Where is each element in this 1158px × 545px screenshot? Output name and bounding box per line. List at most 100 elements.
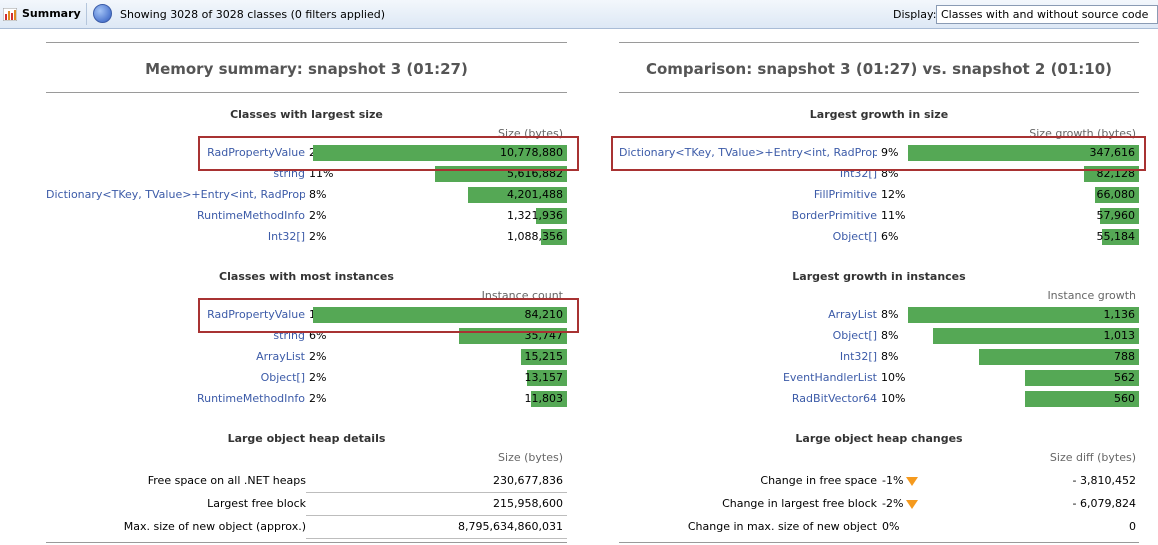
left-panel-title: Memory summary: snapshot 3 (01:27) xyxy=(145,60,468,78)
left-instances-title: Classes with most instances xyxy=(219,270,394,283)
left-bottom-rule xyxy=(46,542,567,543)
class-name-link[interactable]: Object[] xyxy=(46,370,305,386)
left-largest-title: Classes with largest size xyxy=(230,108,383,121)
class-name-link[interactable]: FillPrimitive xyxy=(619,187,877,203)
loh-label: Largest free block xyxy=(207,497,306,510)
right-loh-title: Large object heap changes xyxy=(795,432,963,445)
percentage-value: 8% xyxy=(881,308,899,321)
class-name-link[interactable]: EventHandlerList xyxy=(619,370,877,386)
loh-value: - 3,810,452 xyxy=(1072,474,1136,487)
filter-circle-icon[interactable] xyxy=(93,4,112,23)
table-row[interactable]: EventHandlerList 10% 562 xyxy=(619,370,1139,386)
loh-row: Max. size of new object (approx.) 8,795,6… xyxy=(46,519,567,535)
loh-row: Free space on all .NET heaps 230,677,836 xyxy=(46,473,567,489)
highlight-box xyxy=(198,298,579,333)
toolbar-title: Summary xyxy=(22,7,81,20)
loh-row: Change in max. size of new object 0% 0 xyxy=(619,519,1139,535)
loh-value: 215,958,600 xyxy=(493,497,563,510)
table-row[interactable]: Object[] 6% 55,184 xyxy=(619,229,1139,245)
class-name-link[interactable]: ArrayList xyxy=(619,307,877,323)
table-row[interactable]: RuntimeMethodInfo 2% 1,321,936 xyxy=(46,208,567,224)
loh-value: 230,677,836 xyxy=(493,474,563,487)
loh-row: Change in largest free block -2% - 6,079,8… xyxy=(619,496,1139,512)
display-dropdown[interactable]: Classes with and without source code xyxy=(936,5,1158,24)
percentage-value: 10% xyxy=(881,392,906,405)
loh-separator xyxy=(306,515,567,516)
right-bottom-rule xyxy=(619,542,1139,543)
percentage-value: 2% xyxy=(309,209,327,222)
value-text: 1,013 xyxy=(1103,329,1136,342)
right-panel-title: Comparison: snapshot 3 (01:27) vs. snaps… xyxy=(645,60,1113,78)
highlight-box xyxy=(198,136,579,171)
loh-label: Change in max. size of new object xyxy=(687,520,877,533)
table-row[interactable]: Object[] 8% 1,013 xyxy=(619,328,1139,344)
value-text: 1,088,356 xyxy=(507,230,563,243)
left-loh-title: Large object heap details xyxy=(227,432,386,445)
display-label: Display: xyxy=(893,8,937,21)
value-text: 57,960 xyxy=(1096,209,1136,222)
value-text: 4,201,488 xyxy=(507,188,563,201)
loh-value: 0 xyxy=(1129,520,1136,533)
highlight-box xyxy=(611,136,1146,171)
right-top-rule xyxy=(619,42,1139,43)
value-text: 13,157 xyxy=(524,371,564,384)
right-title-rule xyxy=(619,92,1139,93)
value-text: 15,215 xyxy=(524,350,564,363)
class-name-link[interactable]: BorderPrimitive xyxy=(619,208,877,224)
percentage-value: 8% xyxy=(881,350,899,363)
value-text: 66,080 xyxy=(1096,188,1136,201)
table-row[interactable]: RadBitVector64 10% 560 xyxy=(619,391,1139,407)
percentage-value: 11% xyxy=(881,209,906,222)
bar-chart-icon xyxy=(3,8,17,21)
loh-separator xyxy=(306,492,567,493)
class-name-link[interactable]: ArrayList xyxy=(46,349,305,365)
class-name-link[interactable]: RadBitVector64 xyxy=(619,391,877,407)
value-text: 788 xyxy=(1114,350,1135,363)
table-row[interactable]: ArrayList 2% 15,215 xyxy=(46,349,567,365)
class-name-link[interactable]: Object[] xyxy=(619,229,877,245)
percentage-value: 8% xyxy=(309,188,327,201)
percentage-value: 2% xyxy=(309,350,327,363)
left-top-rule xyxy=(46,42,567,43)
class-name-link[interactable]: RuntimeMethodInfo xyxy=(46,391,305,407)
value-text: 1,136 xyxy=(1103,308,1136,321)
loh-label: Change in largest free block xyxy=(722,497,877,510)
table-row[interactable]: ArrayList 8% 1,136 xyxy=(619,307,1139,323)
class-name-link[interactable]: Int32[] xyxy=(46,229,305,245)
loh-label: Free space on all .NET heaps xyxy=(147,474,306,487)
table-row[interactable]: Int32[] 2% 1,088,356 xyxy=(46,229,567,245)
class-name-link[interactable]: Int32[] xyxy=(619,349,877,365)
percentage-value: 2% xyxy=(309,230,327,243)
filter-status-text: Showing 3028 of 3028 classes (0 filters … xyxy=(120,8,386,21)
value-text: 1,321,936 xyxy=(507,209,563,222)
table-row[interactable]: RuntimeMethodInfo 2% 11,803 xyxy=(46,391,567,407)
right-growth-size-title: Largest growth in size xyxy=(809,108,949,121)
loh-row: Change in free space -1% - 3,810,452 xyxy=(619,473,1139,489)
table-row[interactable]: Int32[] 8% 788 xyxy=(619,349,1139,365)
table-row[interactable]: FillPrimitive 12% 66,080 xyxy=(619,187,1139,203)
loh-label: Max. size of new object (approx.) xyxy=(123,520,306,533)
left-title-rule xyxy=(46,92,567,93)
loh-row: Largest free block 215,958,600 xyxy=(46,496,567,512)
loh-separator xyxy=(306,538,567,539)
table-row[interactable]: Object[] 2% 13,157 xyxy=(46,370,567,386)
class-name-link[interactable]: RuntimeMethodInfo xyxy=(46,208,305,224)
value-text: 11,803 xyxy=(524,392,564,405)
loh-value: - 6,079,824 xyxy=(1072,497,1136,510)
class-name-link[interactable]: Object[] xyxy=(619,328,877,344)
value-text: 55,184 xyxy=(1096,230,1136,243)
percentage-value: 2% xyxy=(309,371,327,384)
percentage-value: 10% xyxy=(881,371,906,384)
table-row[interactable]: Dictionary<TKey, TValue>+Entry<int, RadP… xyxy=(46,187,567,203)
loh-value: 8,795,634,860,031 xyxy=(458,520,563,533)
right-growth-instances-title: Largest growth in instances xyxy=(792,270,966,283)
toolbar-separator xyxy=(86,3,87,25)
loh-label: Change in free space xyxy=(760,474,877,487)
percentage-value: 2% xyxy=(309,392,327,405)
value-text: 562 xyxy=(1114,371,1135,384)
right-loh-column-header: Size diff (bytes) xyxy=(1049,451,1136,464)
class-name-link[interactable]: Dictionary<TKey, TValue>+Entry<int, RadP… xyxy=(46,187,305,203)
summary-toolbar: Summary Showing 3028 of 3028 classes (0 … xyxy=(0,0,1158,29)
table-row[interactable]: BorderPrimitive 11% 57,960 xyxy=(619,208,1139,224)
percentage-value: 8% xyxy=(881,329,899,342)
